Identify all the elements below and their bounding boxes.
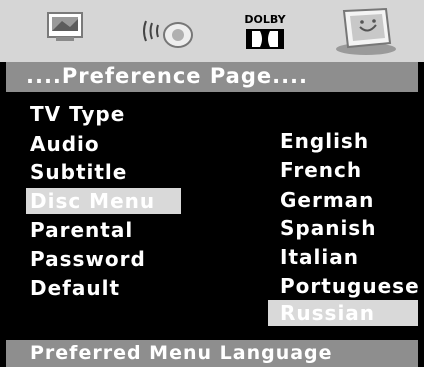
dvd-setup-screen: DOLBY ....Preference Page.... TV Type Au… — [0, 0, 424, 367]
option-french[interactable]: French — [280, 157, 362, 183]
menu-item-parental[interactable]: Parental — [30, 217, 133, 243]
dolby-icon[interactable]: DOLBY — [240, 5, 290, 57]
status-text: Preferred Menu Language — [30, 342, 333, 364]
dolby-label: DOLBY — [244, 13, 286, 26]
menu-item-default[interactable]: Default — [30, 275, 120, 301]
audio-speaker-icon[interactable] — [140, 5, 196, 57]
option-german[interactable]: German — [280, 187, 374, 213]
option-english[interactable]: English — [280, 128, 369, 154]
tv-picture-icon[interactable] — [42, 5, 92, 57]
status-bar: Preferred Menu Language — [6, 340, 418, 367]
menu-item-password[interactable]: Password — [30, 246, 146, 272]
menu-item-tv-type[interactable]: TV Type — [30, 101, 125, 127]
option-portuguese[interactable]: Portuguese — [280, 273, 420, 299]
menu-item-disc-menu[interactable]: Disc Menu — [26, 188, 181, 214]
option-spanish[interactable]: Spanish — [280, 215, 376, 241]
menu-item-subtitle[interactable]: Subtitle — [30, 159, 127, 185]
option-italian[interactable]: Italian — [280, 244, 359, 270]
preference-monitor-icon[interactable] — [334, 5, 400, 57]
option-russian[interactable]: Russian — [268, 300, 418, 326]
page-title: ....Preference Page.... — [26, 64, 309, 88]
icon-bar: DOLBY — [0, 0, 424, 62]
menu-item-audio[interactable]: Audio — [30, 131, 100, 157]
page-title-bar: ....Preference Page.... — [6, 62, 418, 92]
